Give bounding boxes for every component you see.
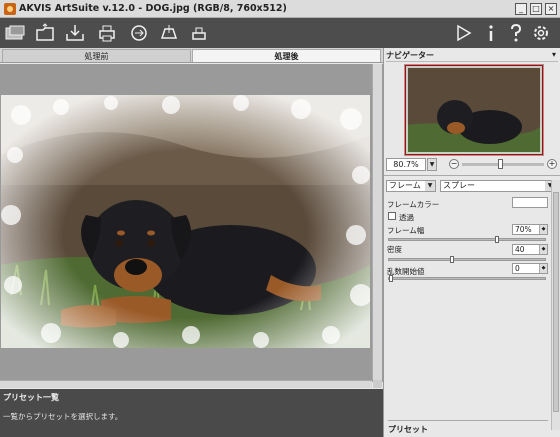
settings-icon[interactable] <box>530 22 552 44</box>
help-icon[interactable] <box>505 22 527 44</box>
navigator-title: ナビゲーター <box>386 51 434 60</box>
frame-color-label: フレームカラー <box>387 200 440 209</box>
frame-width-label: フレーム幅 <box>387 226 425 235</box>
dog-photo-with-spray-frame <box>1 95 370 348</box>
settings-scrollbar-thumb[interactable] <box>553 192 559 412</box>
title-bar: AKVIS ArtSuite v.12.0 - DOG.jpg (RGB/8, … <box>0 0 560 18</box>
category-select[interactable]: フレーム ▼ <box>386 180 436 192</box>
image-canvas[interactable] <box>0 64 383 382</box>
resize-grip-icon[interactable] <box>373 380 382 388</box>
zoom-dropdown-icon[interactable]: ▼ <box>427 158 437 171</box>
akvis-logo-icon <box>4 3 16 15</box>
toolbar <box>0 18 560 48</box>
presets-section-title: プリセット <box>388 425 428 434</box>
spinner-icon[interactable]: ◆ <box>539 264 547 273</box>
density-slider[interactable] <box>388 256 546 263</box>
spinner-icon[interactable]: ◆ <box>539 245 547 254</box>
save-icon[interactable] <box>64 22 86 44</box>
info-icon[interactable] <box>480 22 502 44</box>
navigator-header: ナビゲーター ▾ <box>386 50 558 62</box>
app-window: AKVIS ArtSuite v.12.0 - DOG.jpg (RGB/8, … <box>0 0 560 437</box>
zoom-controls: 80.7% ▼ − + <box>386 158 558 172</box>
random-seed-input[interactable]: 0 ◆ <box>512 263 548 274</box>
settings-sidebar: ナビゲーター ▾ 80.7% ▼ − + フレーム ▼ スプレー ▼ フレームカ… <box>383 48 560 437</box>
close-button[interactable]: × <box>545 3 557 15</box>
transparent-label: 透過 <box>399 213 414 222</box>
play-icon[interactable] <box>452 22 474 44</box>
density-input[interactable]: 40 ◆ <box>512 244 548 255</box>
presets-list-hint: 一覧からプリセットを選択します。 <box>3 412 123 421</box>
plugin-icon[interactable] <box>188 22 210 44</box>
presets-list-header: プリセット一覧 <box>3 393 59 402</box>
monitor-icon[interactable] <box>4 22 26 44</box>
random-seed-value: 0 <box>515 264 520 273</box>
tab-before[interactable]: 処理前 <box>2 49 191 62</box>
print-icon[interactable] <box>96 22 118 44</box>
tab-bar: 処理前 処理後 <box>0 48 383 63</box>
zoom-slider[interactable] <box>462 159 544 169</box>
random-seed-slider-thumb[interactable] <box>389 275 393 282</box>
frame-color-swatch[interactable] <box>512 197 548 208</box>
minimize-button[interactable]: _ <box>515 3 527 15</box>
spinner-icon[interactable]: ◆ <box>539 225 547 234</box>
navigator-preview[interactable] <box>402 62 546 158</box>
frame-width-input[interactable]: 70% ◆ <box>512 224 548 235</box>
density-value: 40 <box>515 245 525 254</box>
style-select-value: スプレー <box>443 181 475 190</box>
frame-width-value: 70% <box>515 225 532 234</box>
zoom-value-field[interactable]: 80.7% <box>386 158 426 171</box>
category-select-value: フレーム <box>389 181 421 190</box>
density-slider-thumb[interactable] <box>450 256 454 263</box>
folder-open-icon[interactable] <box>34 22 56 44</box>
random-seed-slider[interactable] <box>388 275 546 282</box>
window-title: AKVIS ArtSuite v.12.0 - DOG.jpg (RGB/8, … <box>19 3 287 14</box>
style-select[interactable]: スプレー ▼ <box>440 180 556 192</box>
canvas-horizontal-scrollbar[interactable] <box>0 380 372 388</box>
density-label: 密度 <box>387 245 402 254</box>
frame-width-slider-thumb[interactable] <box>495 236 499 243</box>
chevron-down-icon: ▼ <box>425 181 435 191</box>
batch-icon[interactable] <box>158 22 180 44</box>
zoom-slider-thumb[interactable] <box>498 159 503 169</box>
zoom-in-icon[interactable]: + <box>547 159 557 169</box>
canvas-vertical-scrollbar[interactable] <box>372 64 382 380</box>
transparent-checkbox[interactable] <box>388 212 396 220</box>
zoom-out-icon[interactable]: − <box>449 159 459 169</box>
presets-section-header: プリセット <box>388 420 548 437</box>
panel-divider <box>384 175 560 177</box>
settings-scrollbar[interactable] <box>551 180 560 430</box>
share-icon[interactable] <box>128 22 150 44</box>
tab-after[interactable]: 処理後 <box>192 49 381 62</box>
frame-width-slider[interactable] <box>388 236 546 243</box>
navigator-view-frame[interactable] <box>405 65 543 155</box>
chevron-down-icon[interactable]: ▾ <box>552 50 556 59</box>
maximize-button[interactable]: □ <box>530 3 542 15</box>
presets-list-panel: プリセット一覧 一覧からプリセットを選択します。 <box>0 389 383 437</box>
